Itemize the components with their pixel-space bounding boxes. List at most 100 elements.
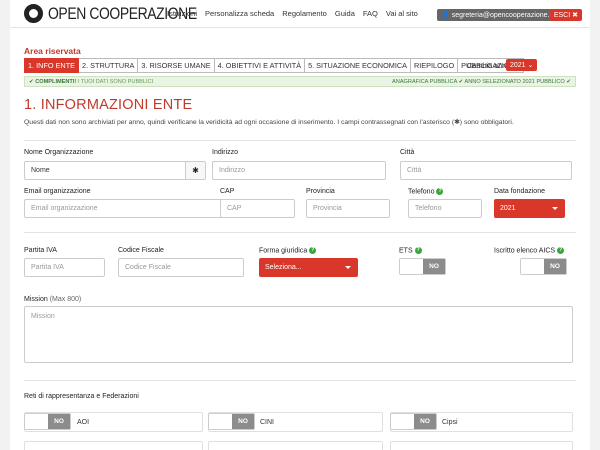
ets-label-text: ETS: [399, 247, 413, 255]
network-toggle-cini[interactable]: NO: [208, 413, 255, 430]
city-label: Città: [400, 149, 415, 156]
org-name-input[interactable]: Nome ✱: [24, 161, 206, 180]
fiscal-code-label: Codice Fiscale: [118, 247, 164, 254]
help-icon[interactable]: ?: [557, 247, 565, 254]
network-toggle-aoi[interactable]: NO: [24, 413, 71, 430]
alert-title: COMPLIMENTI!: [35, 78, 77, 85]
toggle-knob: [25, 414, 48, 429]
intro-text: Questi dati non sono archiviati per anno…: [24, 119, 514, 126]
mission-textarea[interactable]: Mission: [24, 306, 573, 363]
divider: [24, 232, 576, 233]
cap-label: CAP: [220, 188, 235, 195]
network-name-cipsi: Cipsi: [442, 419, 458, 426]
phone-label-text: Telefono: [408, 188, 435, 196]
vat-label: Partita IVA: [24, 247, 57, 254]
aics-label-text: Iscritto elenco AICS: [494, 247, 556, 255]
org-name-value: Nome: [31, 167, 50, 174]
user-icon: 👤: [441, 12, 452, 19]
network-toggle-cipsi[interactable]: NO: [390, 413, 437, 430]
network-item-row2: [24, 441, 203, 450]
chevron-down-icon: ⌄: [527, 62, 534, 69]
vat-input[interactable]: Partita IVA: [24, 258, 105, 277]
check-circle-icon: ✔: [458, 78, 464, 85]
year-select[interactable]: 2021 ⌄: [506, 59, 538, 71]
legal-form-select[interactable]: Seleziona...: [259, 258, 358, 277]
mission-label-text: Mission: [24, 296, 48, 303]
tab-info-ente[interactable]: 1. INFO ENTE: [24, 58, 80, 73]
check-circle-icon: ✔: [29, 78, 34, 85]
network-name-aoi: AOI: [77, 419, 90, 426]
ets-label: ETS?: [399, 247, 422, 254]
alert-left: ✔ COMPLIMENTI! I TUOI DATI SONO PUBBLICI: [29, 79, 153, 85]
toggle-knob: [209, 414, 232, 429]
nav-istruzioni[interactable]: Istruzioni: [167, 9, 197, 18]
fiscal-code-input[interactable]: Codice Fiscale: [118, 258, 244, 277]
logout-button[interactable]: ESCI ✖: [549, 9, 582, 21]
legal-form-label: Forma giuridica?: [259, 247, 317, 255]
phone-label: Telefono?: [408, 188, 444, 196]
year-select-value: 2021: [510, 62, 526, 69]
user-account-chip[interactable]: 👤 segreteria@opencooperazione.it: [437, 9, 557, 21]
tab-struttura[interactable]: 2. STRUTTURA: [79, 58, 139, 73]
toggle-state: NO: [48, 414, 70, 429]
aics-label: Iscritto elenco AICS?: [494, 247, 565, 255]
tab-obiettivi-attivita[interactable]: 4. OBIETTIVI E ATTIVITÀ: [214, 58, 306, 73]
toggle-state: NO: [544, 259, 566, 274]
alert-anagrafica: ANAGRAFICA PUBBLICA: [392, 78, 458, 85]
toggle-knob: [521, 259, 544, 274]
city-input[interactable]: Città: [400, 161, 572, 180]
toggle-knob: [391, 414, 414, 429]
tab-situazione-economica[interactable]: 5. SITUAZIONE ECONOMICA: [305, 58, 411, 73]
help-icon[interactable]: ?: [309, 247, 317, 254]
tab-riepilogo[interactable]: RIEPILOGO: [411, 58, 459, 73]
network-item-row2: [208, 441, 383, 450]
phone-input[interactable]: Telefono: [408, 199, 482, 218]
nav-vai-al-sito[interactable]: Vai al sito: [386, 9, 418, 18]
main-nav: Istruzioni Personalizza scheda Regolamen…: [167, 9, 418, 18]
chevron-down-icon: [345, 266, 351, 269]
address-input[interactable]: Indirizzo: [212, 161, 386, 180]
check-circle-icon: ✔: [566, 78, 571, 85]
mission-hint: (Max 800): [49, 296, 82, 303]
aics-toggle[interactable]: NO: [520, 258, 567, 275]
close-icon: ✖: [572, 12, 578, 19]
cap-input[interactable]: CAP: [220, 199, 295, 218]
divider: [24, 140, 576, 141]
tab-risorse-umane[interactable]: 3. RISORSE UMANE: [138, 58, 215, 73]
networks-title: Reti di rappresentanza e Federazioni: [24, 393, 139, 400]
mission-label: Mission (Max 800): [24, 296, 81, 303]
legal-form-value: Seleziona...: [265, 264, 302, 271]
step-tabs: 1. INFO ENTE 2. STRUTTURA 3. RISORSE UMA…: [24, 58, 524, 73]
toggle-state: NO: [414, 414, 436, 429]
top-bar: OPEN COOPERAZIONE Istruzioni Personalizz…: [10, 0, 590, 28]
legal-form-label-text: Forma giuridica: [259, 247, 308, 255]
founded-label: Data fondazione: [494, 188, 545, 195]
alert-message: I TUOI DATI SONO PUBBLICI: [77, 78, 154, 85]
email-input[interactable]: Email organizzazione: [24, 199, 225, 218]
publish-status-alert: ✔ COMPLIMENTI! I TUOI DATI SONO PUBBLICI…: [24, 76, 576, 87]
chevron-down-icon: [552, 207, 558, 210]
nav-personalizza-scheda[interactable]: Personalizza scheda: [205, 9, 274, 18]
network-item-row2: [390, 441, 573, 450]
page-title: 1. INFORMAZIONI ENTE: [24, 97, 193, 113]
founded-year-select[interactable]: 2021: [494, 199, 565, 218]
asterisk-icon: ✱: [185, 162, 205, 179]
page: OPEN COOPERAZIONE Istruzioni Personalizz…: [10, 0, 590, 450]
alert-right: ANAGRAFICA PUBBLICA ✔ ANNO SELEZIONATO 2…: [392, 79, 571, 85]
email-label: Email organizzazione: [24, 188, 91, 195]
area-title: Area riservata: [24, 46, 81, 56]
logo-ring-icon: [24, 4, 43, 23]
help-icon[interactable]: ?: [436, 188, 444, 195]
nav-regolamento[interactable]: Regolamento: [282, 9, 327, 18]
toggle-state: NO: [423, 259, 445, 274]
logout-label: ESCI: [553, 12, 571, 19]
ets-toggle[interactable]: NO: [399, 258, 446, 275]
founded-year-value: 2021: [500, 205, 516, 212]
user-email: segreteria@opencooperazione.it: [451, 12, 553, 19]
toggle-knob: [400, 259, 423, 274]
nav-guida[interactable]: Guida: [335, 9, 355, 18]
divider: [24, 380, 576, 381]
help-icon[interactable]: ?: [414, 247, 422, 254]
province-input[interactable]: Provincia: [306, 199, 390, 218]
nav-faq[interactable]: FAQ: [363, 9, 378, 18]
